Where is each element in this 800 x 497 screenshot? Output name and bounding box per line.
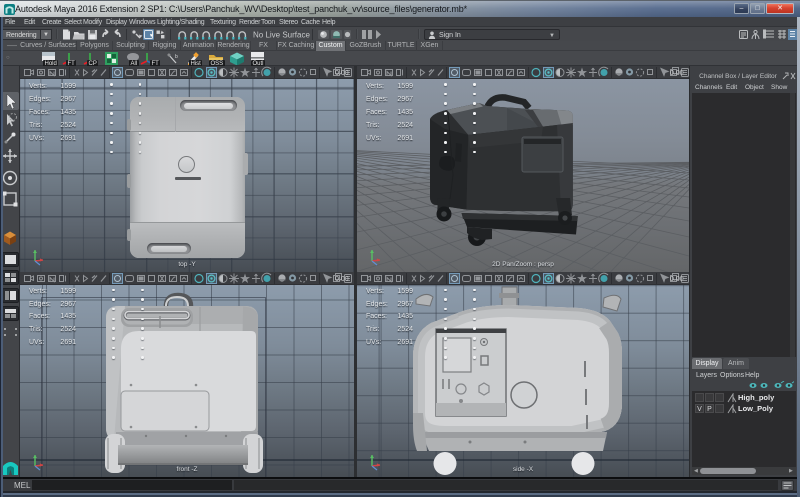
svg-text:No Live Surface: No Live Surface (253, 31, 310, 40)
svg-text:0.00: 0.00 (335, 276, 349, 283)
svg-text:0.00: 0.00 (670, 70, 684, 77)
svg-text:0.00: 0.00 (335, 70, 349, 77)
svg-text:0.00: 0.00 (670, 276, 684, 283)
svg-text:b: b (175, 54, 178, 60)
